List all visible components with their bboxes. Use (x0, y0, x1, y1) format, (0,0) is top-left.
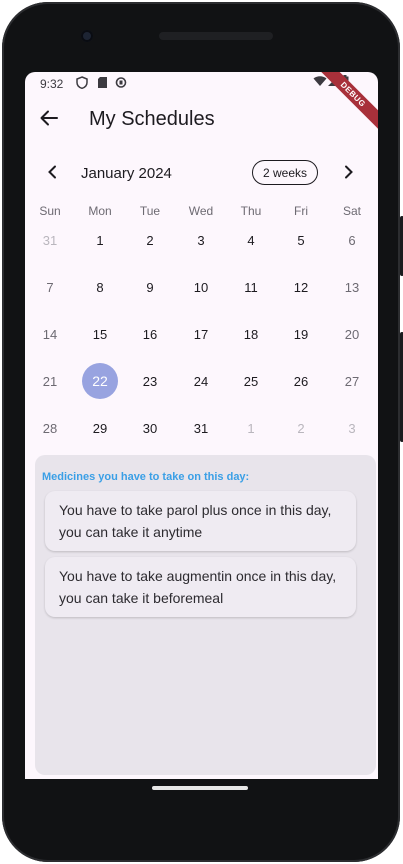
calendar-day[interactable]: 20 (334, 316, 370, 352)
shield-icon (76, 76, 88, 92)
wifi-icon (313, 75, 327, 90)
calendar-day[interactable]: 4 (233, 222, 269, 258)
status-bar: 9:32 DEBUG (25, 72, 378, 138)
calendar-day[interactable]: 3 (183, 222, 219, 258)
calendar-header: January 2024 2 weeks (25, 158, 378, 190)
calendar-day[interactable]: 11 (233, 269, 269, 305)
calendar-day[interactable]: 29 (82, 410, 118, 446)
calendar-day[interactable]: 15 (82, 316, 118, 352)
chevron-right-icon (344, 165, 354, 184)
phone-frame: 9:32 DEBUG My Schedules January 2024 2 w… (2, 2, 403, 862)
page-title: My Schedules (89, 108, 215, 130)
front-camera (81, 30, 93, 42)
app-screen: 9:32 DEBUG My Schedules January 2024 2 w… (25, 72, 378, 779)
calendar-day[interactable]: 18 (233, 316, 269, 352)
month-title: January 2024 (81, 165, 172, 182)
calendar-format-button[interactable]: 2 weeks (252, 160, 318, 185)
weekday-label: Sun (39, 204, 61, 218)
calendar-day[interactable]: 31 (32, 222, 68, 258)
calendar-day[interactable]: 28 (32, 410, 68, 446)
calendar-day-selected[interactable]: 22 (82, 363, 118, 399)
weekday-label: Wed (188, 204, 214, 218)
weekday-label: Fri (294, 204, 308, 218)
app-bar: My Schedules (25, 96, 378, 144)
calendar-day[interactable]: 8 (82, 269, 118, 305)
calendar-day[interactable]: 2 (283, 410, 319, 446)
sd-card-icon (97, 76, 108, 92)
chevron-left-icon (47, 165, 57, 184)
calendar-day[interactable]: 26 (283, 363, 319, 399)
calendar-day[interactable]: 25 (233, 363, 269, 399)
calendar-day[interactable]: 30 (132, 410, 168, 446)
calendar-day[interactable]: 5 (283, 222, 319, 258)
calendar-day[interactable]: 3 (334, 410, 370, 446)
weekday-row: Sun Mon Tue Wed Thu Fri Sat (25, 204, 378, 220)
calendar-day[interactable]: 7 (32, 269, 68, 305)
calendar-day[interactable]: 21 (32, 363, 68, 399)
calendar-day[interactable]: 14 (32, 316, 68, 352)
status-time: 9:32 (40, 77, 64, 91)
calendar-day[interactable]: 10 (183, 269, 219, 305)
calendar-day[interactable]: 6 (334, 222, 370, 258)
calendar-day[interactable]: 1 (82, 222, 118, 258)
weekday-label: Sat (342, 204, 361, 218)
weekday-label: Tue (139, 204, 161, 218)
medicine-event-card[interactable]: You have to take augmentin once in this … (45, 557, 356, 617)
calendar-day[interactable]: 1 (233, 410, 269, 446)
earpiece-speaker (159, 32, 273, 40)
calendar-day[interactable]: 19 (283, 316, 319, 352)
medicine-event-card[interactable]: You have to take parol plus once in this… (45, 491, 356, 551)
sync-icon (115, 76, 127, 92)
previous-month-button[interactable] (42, 164, 62, 184)
calendar-day[interactable]: 27 (334, 363, 370, 399)
events-heading: Medicines you have to take on this day: (42, 471, 250, 483)
medicine-events-panel: Medicines you have to take on this day: … (35, 455, 376, 775)
weekday-label: Mon (88, 204, 112, 218)
calendar-day[interactable]: 24 (183, 363, 219, 399)
weekday-label: Thu (240, 204, 262, 218)
calendar-day[interactable]: 17 (183, 316, 219, 352)
calendar-day[interactable]: 9 (132, 269, 168, 305)
calendar-day[interactable]: 23 (132, 363, 168, 399)
gesture-nav-bar[interactable] (152, 786, 248, 790)
calendar-day[interactable]: 16 (132, 316, 168, 352)
arrow-back-icon (40, 110, 58, 131)
calendar-day[interactable]: 13 (334, 269, 370, 305)
calendar-day[interactable]: 31 (183, 410, 219, 446)
calendar-day[interactable]: 2 (132, 222, 168, 258)
back-button[interactable] (36, 107, 62, 133)
next-month-button[interactable] (339, 164, 359, 184)
calendar-day[interactable]: 12 (283, 269, 319, 305)
